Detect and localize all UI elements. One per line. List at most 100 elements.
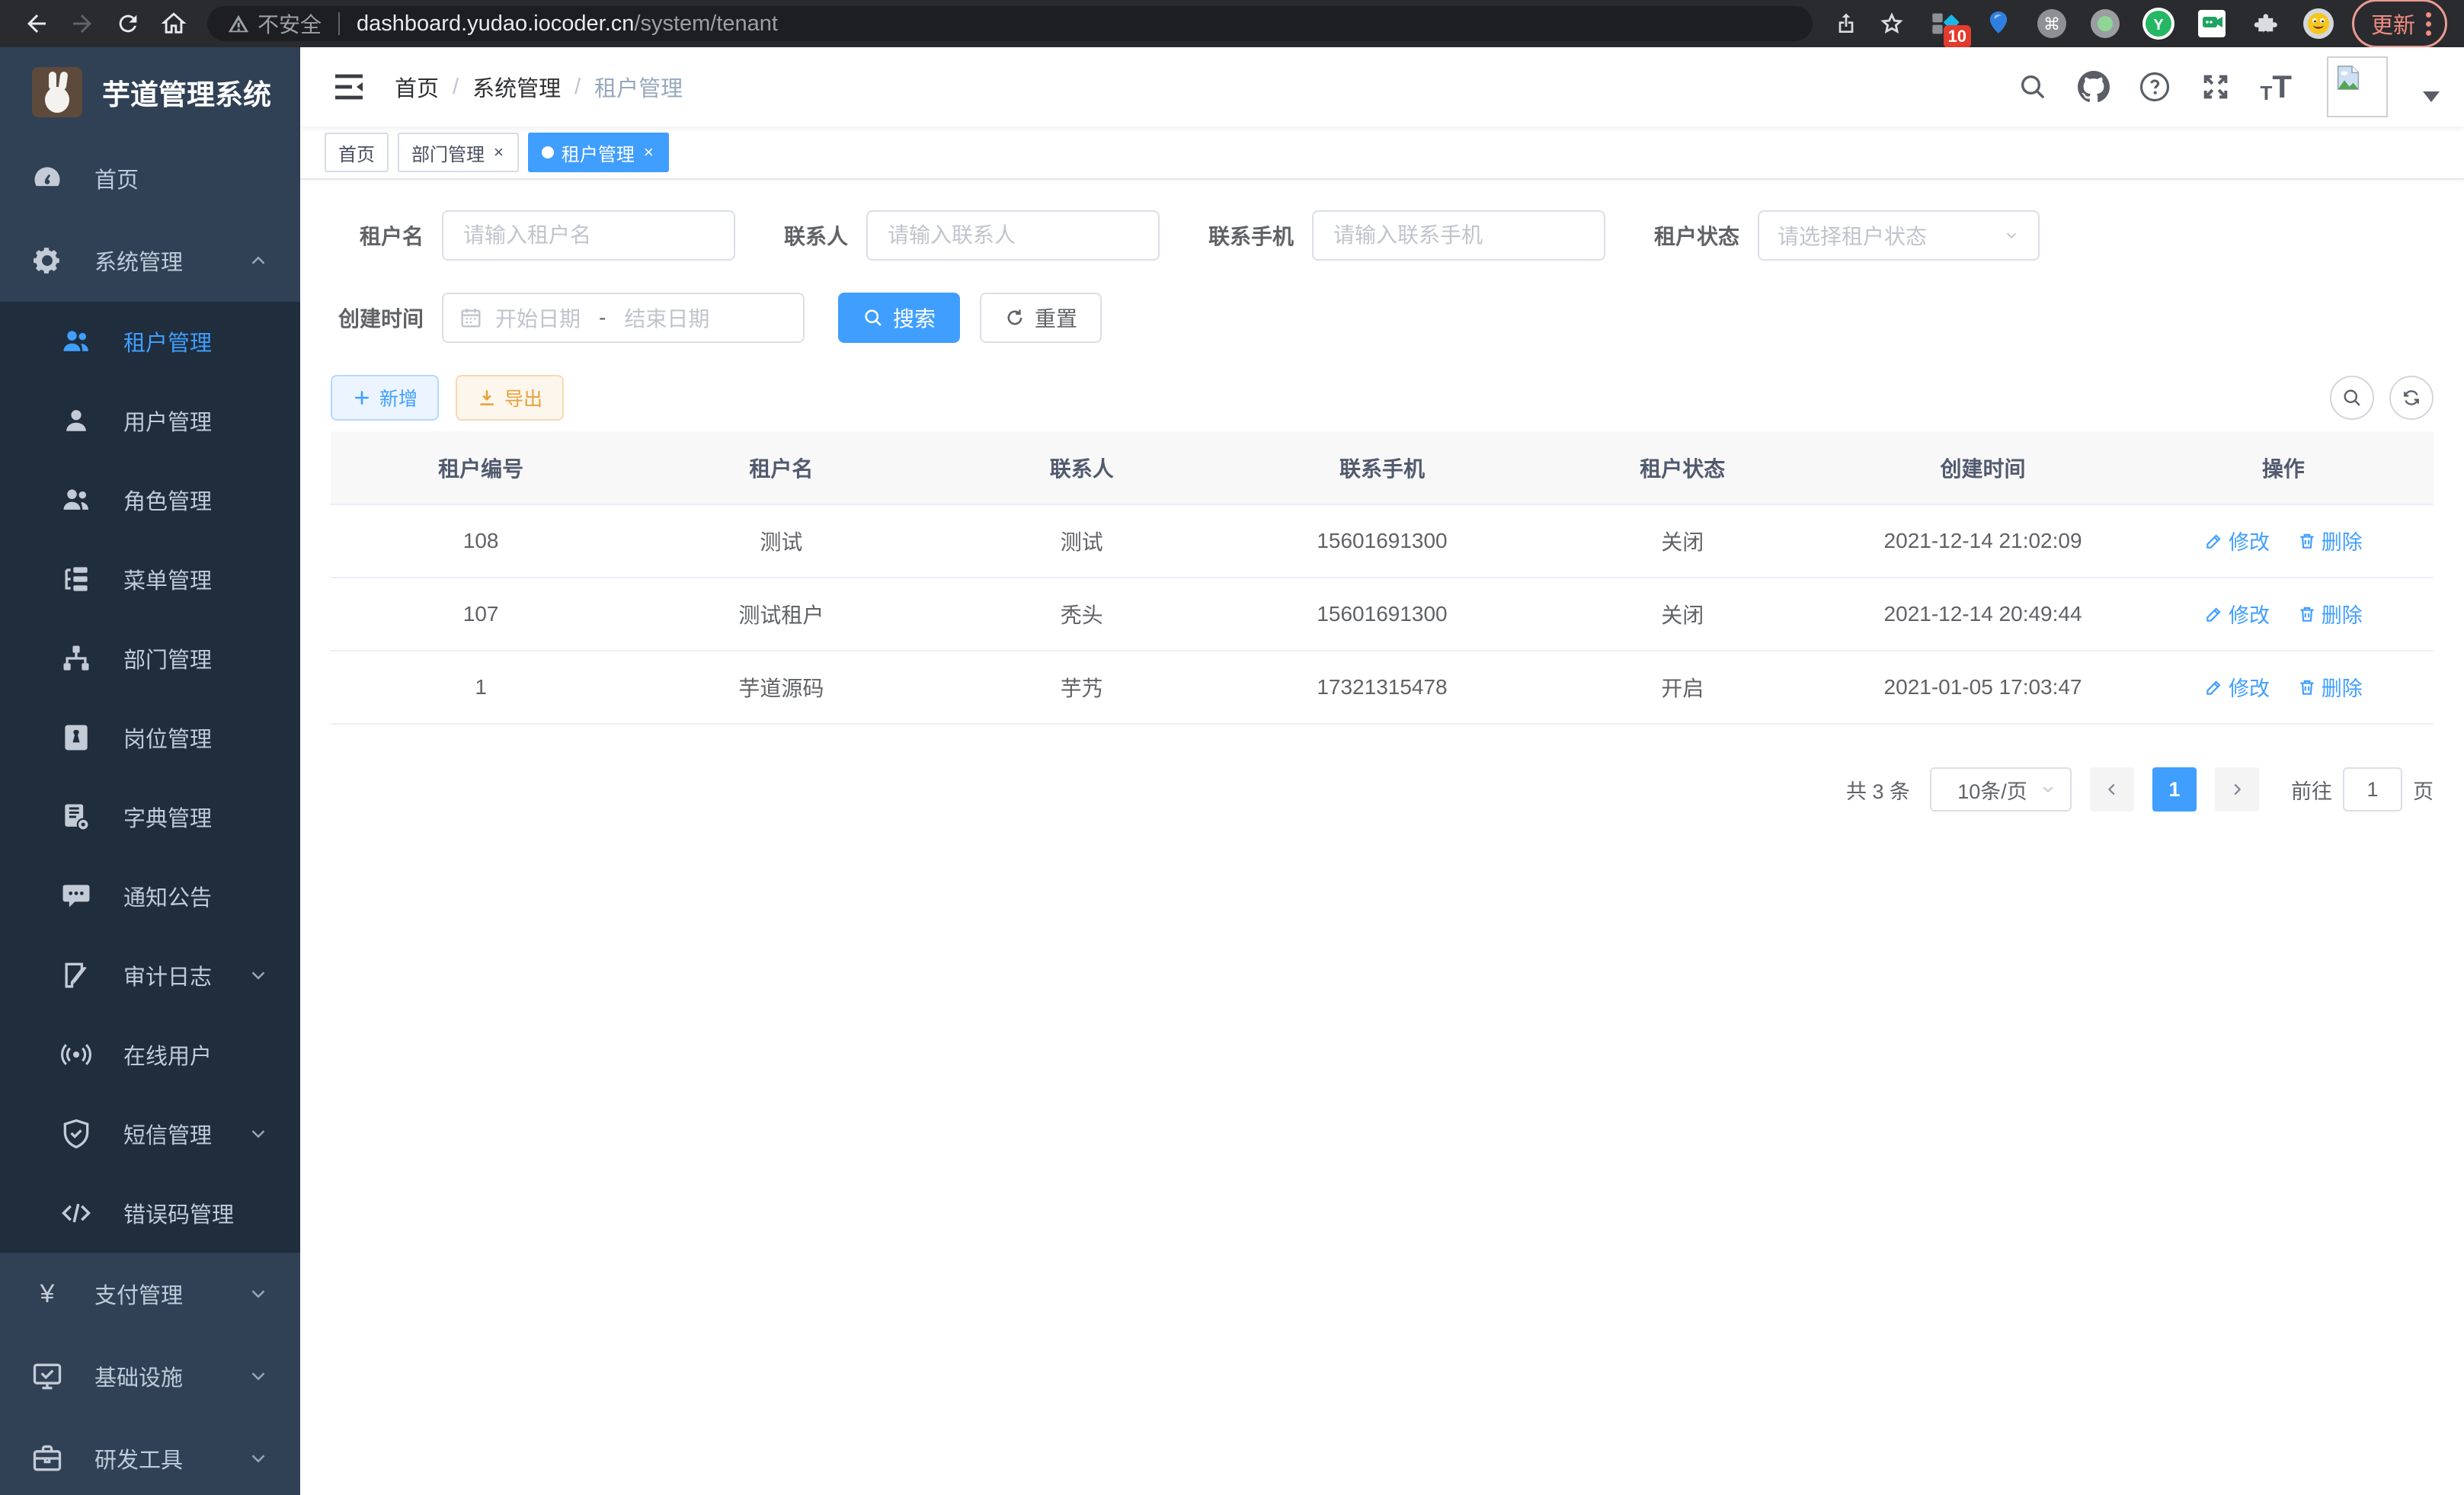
user-avatar[interactable]: [2327, 56, 2388, 117]
url-domain: dashboard.yudao.iocoder.cn: [357, 11, 634, 36]
extension-recorder-icon[interactable]: [2088, 7, 2122, 40]
status-select[interactable]: 请选择租户状态: [1758, 210, 2040, 261]
app-logo[interactable]: 芋道管理系统: [0, 47, 300, 137]
forward-arrow-icon: [69, 10, 96, 37]
breadcrumb-home[interactable]: 首页: [395, 71, 439, 103]
sidebar-item-notice[interactable]: 通知公告: [0, 856, 300, 936]
github-link-button[interactable]: [2077, 70, 2110, 104]
delete-link[interactable]: 删除: [2297, 672, 2363, 702]
dashboard-icon: [30, 162, 64, 195]
edit-link[interactable]: 修改: [2204, 599, 2270, 629]
chevron-right-icon: [2229, 781, 2245, 798]
security-indicator[interactable]: 不安全: [227, 8, 322, 39]
fullscreen-button[interactable]: [2199, 70, 2232, 104]
sidebar-item-role[interactable]: 角色管理: [0, 460, 300, 539]
sidebar-item-home[interactable]: 首页: [0, 137, 300, 219]
browser-share-button[interactable]: [1826, 4, 1866, 43]
header-search-button[interactable]: [2016, 70, 2050, 104]
browser-update-button[interactable]: 更新: [2352, 0, 2447, 48]
edit-link[interactable]: 修改: [2204, 672, 2270, 702]
browser-reload-button[interactable]: [108, 4, 148, 43]
browser-bookmark-button[interactable]: [1872, 4, 1912, 43]
next-page-button[interactable]: [2215, 767, 2259, 812]
sidebar-item-sms[interactable]: 短信管理: [0, 1094, 300, 1173]
calendar-icon: [459, 306, 483, 330]
sidebar-item-dict[interactable]: 字典管理: [0, 777, 300, 856]
tab-tenant[interactable]: 租户管理 ×: [528, 133, 669, 172]
sidebar-item-dev-tools[interactable]: 研发工具: [0, 1417, 300, 1495]
extension-yuque-icon[interactable]: Y: [2142, 7, 2175, 40]
add-button[interactable]: 新增: [331, 375, 439, 421]
cell-created: 2021-12-14 21:02:09: [1832, 504, 2133, 578]
tenant-name-input[interactable]: [442, 210, 735, 261]
extensions-puzzle-button[interactable]: [2248, 7, 2282, 40]
address-bar[interactable]: 不安全 dashboard.yudao.iocoder.cn/system/te…: [207, 6, 1813, 41]
tab-label: 租户管理: [562, 139, 635, 166]
puzzle-icon: [2251, 9, 2280, 38]
extension-balloon-icon[interactable]: [1982, 7, 2015, 40]
browser-forward-button[interactable]: [62, 4, 102, 43]
export-button-label: 导出: [504, 384, 542, 411]
url-path: /system/tenant: [634, 11, 778, 36]
help-doc-button[interactable]: [2138, 70, 2171, 104]
page-size-select[interactable]: 10条/页: [1930, 767, 2072, 812]
sidebar-item-user[interactable]: 用户管理: [0, 381, 300, 460]
chevron-down-icon: [247, 1365, 270, 1388]
cell-actions: 修改 删除: [2133, 504, 2434, 578]
phone-input[interactable]: [1312, 210, 1605, 261]
toggle-search-button[interactable]: [2330, 376, 2374, 420]
goto-page-input[interactable]: [2343, 767, 2402, 812]
tab-dept[interactable]: 部门管理 ×: [398, 133, 519, 172]
export-button[interactable]: 导出: [456, 375, 564, 421]
browser-toolbar: 不安全 dashboard.yudao.iocoder.cn/system/te…: [0, 0, 2464, 47]
sidebar-item-label: 菜单管理: [123, 563, 212, 595]
sidebar-item-infra[interactable]: 基础设施: [0, 1335, 300, 1417]
browser-home-button[interactable]: [154, 4, 194, 43]
delete-link[interactable]: 删除: [2297, 526, 2363, 555]
search-icon: [2341, 387, 2363, 408]
browser-menu-icon[interactable]: [2426, 12, 2431, 36]
search-icon: [862, 307, 884, 328]
edit-icon: [2204, 531, 2224, 551]
sidebar-item-tenant[interactable]: 租户管理: [0, 302, 300, 381]
extension-chat-icon[interactable]: [2195, 7, 2229, 40]
contact-input[interactable]: [866, 210, 1160, 261]
browser-back-button[interactable]: [17, 4, 56, 43]
tab-home[interactable]: 首页: [325, 133, 389, 172]
svg-text:⌘: ⌘: [2043, 15, 2060, 34]
page-number-1[interactable]: 1: [2152, 767, 2197, 812]
sidebar-item-system[interactable]: 系统管理: [0, 219, 300, 302]
sidebar-item-online-users[interactable]: 在线用户: [0, 1015, 300, 1094]
sidebar-item-dept[interactable]: 部门管理: [0, 619, 300, 698]
extension-devtools-icon[interactable]: 10: [1928, 7, 1962, 40]
sidebar-item-error-code[interactable]: 错误码管理: [0, 1173, 300, 1253]
breadcrumb-system[interactable]: 系统管理: [472, 71, 561, 103]
cell-status: 开启: [1532, 651, 1832, 724]
cell-name: 测试: [631, 504, 931, 578]
edit-link[interactable]: 修改: [2204, 526, 2270, 555]
tab-close-icon[interactable]: ×: [492, 142, 505, 162]
chevron-left-icon: [2104, 781, 2120, 798]
sidebar-item-pay[interactable]: ¥ 支付管理: [0, 1253, 300, 1335]
sidebar-collapse-icon[interactable]: [331, 69, 367, 105]
broken-image-icon: [2333, 62, 2363, 93]
star-icon: [1879, 11, 1905, 37]
date-range-picker[interactable]: 开始日期 - 结束日期: [442, 293, 805, 343]
sidebar-item-menu[interactable]: 菜单管理: [0, 539, 300, 619]
tab-close-icon[interactable]: ×: [642, 142, 655, 162]
refresh-table-button[interactable]: [2389, 376, 2434, 420]
user-icon: [59, 404, 93, 437]
search-button[interactable]: 搜索: [838, 293, 960, 343]
cell-id: 1: [331, 651, 631, 724]
prev-page-button[interactable]: [2090, 767, 2134, 812]
sidebar-item-audit-log[interactable]: 审计日志: [0, 936, 300, 1015]
back-arrow-icon: [23, 10, 50, 37]
font-size-button[interactable]: TT: [2260, 71, 2292, 103]
reset-button[interactable]: 重置: [980, 293, 1102, 343]
sidebar-item-post[interactable]: 岗位管理: [0, 698, 300, 777]
message-icon: [59, 879, 93, 913]
browser-profile-avatar[interactable]: [2302, 7, 2335, 40]
avatar-caret-icon[interactable]: [2423, 91, 2440, 102]
extension-command-icon[interactable]: ⌘: [2035, 7, 2069, 40]
delete-link[interactable]: 删除: [2297, 599, 2363, 629]
